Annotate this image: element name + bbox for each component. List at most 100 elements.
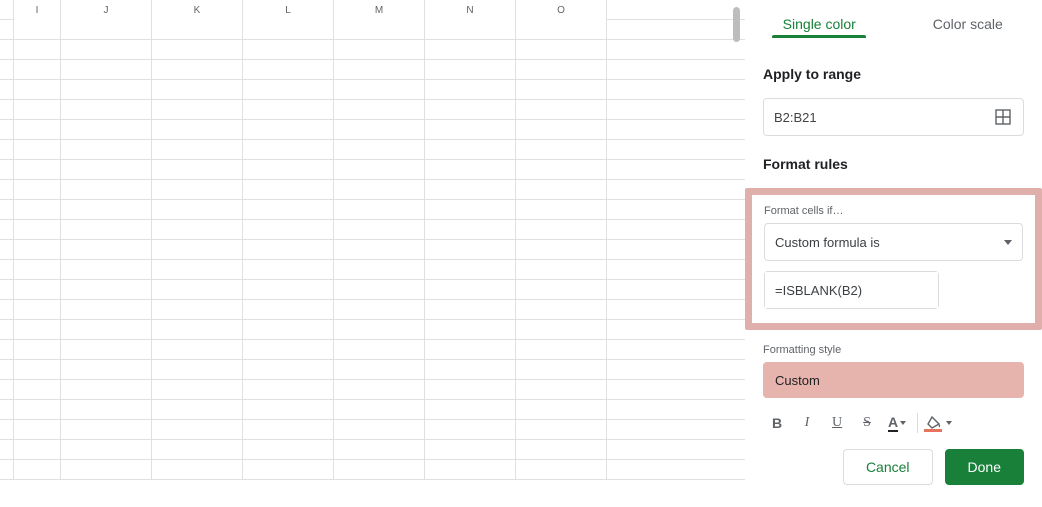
cell[interactable] bbox=[425, 260, 516, 280]
cell[interactable] bbox=[61, 220, 152, 240]
row-handle[interactable] bbox=[0, 40, 14, 59]
column-header[interactable]: L bbox=[243, 0, 334, 20]
cell[interactable] bbox=[61, 180, 152, 200]
cell[interactable] bbox=[61, 160, 152, 180]
column-header[interactable]: N bbox=[425, 0, 516, 20]
cell[interactable] bbox=[334, 280, 425, 300]
cell[interactable] bbox=[61, 320, 152, 340]
cell[interactable] bbox=[516, 280, 607, 300]
cell[interactable] bbox=[334, 420, 425, 440]
cell[interactable] bbox=[334, 180, 425, 200]
cell[interactable] bbox=[152, 80, 243, 100]
cell[interactable] bbox=[14, 400, 61, 420]
cell[interactable] bbox=[243, 380, 334, 400]
cell[interactable] bbox=[243, 300, 334, 320]
cell[interactable] bbox=[425, 100, 516, 120]
underline-button[interactable]: U bbox=[823, 409, 851, 437]
column-header[interactable]: M bbox=[334, 0, 425, 20]
cell[interactable] bbox=[334, 360, 425, 380]
cell[interactable] bbox=[425, 380, 516, 400]
cell[interactable] bbox=[243, 140, 334, 160]
row-handle[interactable] bbox=[0, 360, 14, 379]
cell[interactable] bbox=[152, 400, 243, 420]
cell[interactable] bbox=[14, 100, 61, 120]
fill-color-button[interactable] bbox=[924, 409, 952, 437]
cell[interactable] bbox=[243, 240, 334, 260]
cell[interactable] bbox=[14, 160, 61, 180]
row-handle[interactable] bbox=[0, 80, 14, 99]
condition-select[interactable]: Custom formula is bbox=[764, 223, 1023, 261]
cell[interactable] bbox=[516, 80, 607, 100]
cell[interactable] bbox=[61, 300, 152, 320]
row-handle[interactable] bbox=[0, 180, 14, 199]
row-handle[interactable] bbox=[0, 400, 14, 419]
column-header[interactable]: J bbox=[61, 0, 152, 20]
cell[interactable] bbox=[61, 100, 152, 120]
cell[interactable] bbox=[14, 240, 61, 260]
cell[interactable] bbox=[425, 240, 516, 260]
cell[interactable] bbox=[516, 320, 607, 340]
cell[interactable] bbox=[243, 180, 334, 200]
cell[interactable] bbox=[152, 240, 243, 260]
cell[interactable] bbox=[516, 160, 607, 180]
column-header[interactable]: K bbox=[152, 0, 243, 20]
cell[interactable] bbox=[61, 280, 152, 300]
cell[interactable] bbox=[425, 40, 516, 60]
cell[interactable] bbox=[243, 340, 334, 360]
cancel-button[interactable]: Cancel bbox=[843, 449, 933, 485]
done-button[interactable]: Done bbox=[945, 449, 1024, 485]
row-handle[interactable] bbox=[0, 20, 14, 39]
cell[interactable] bbox=[425, 140, 516, 160]
cell[interactable] bbox=[61, 360, 152, 380]
cell[interactable] bbox=[14, 40, 61, 60]
style-preview[interactable]: Custom bbox=[763, 362, 1024, 398]
cell[interactable] bbox=[334, 320, 425, 340]
cell[interactable] bbox=[14, 440, 61, 460]
scrollbar-thumb[interactable] bbox=[733, 7, 740, 42]
cell[interactable] bbox=[243, 80, 334, 100]
cell[interactable] bbox=[14, 20, 61, 40]
cell[interactable] bbox=[425, 420, 516, 440]
cell[interactable] bbox=[516, 380, 607, 400]
cell[interactable] bbox=[243, 360, 334, 380]
cell[interactable] bbox=[243, 420, 334, 440]
cell[interactable] bbox=[516, 420, 607, 440]
italic-button[interactable]: I bbox=[793, 409, 821, 437]
cell[interactable] bbox=[516, 220, 607, 240]
cell[interactable] bbox=[152, 420, 243, 440]
cell[interactable] bbox=[334, 200, 425, 220]
cell[interactable] bbox=[425, 400, 516, 420]
row-handle[interactable] bbox=[0, 100, 14, 119]
cell[interactable] bbox=[152, 460, 243, 480]
cell[interactable] bbox=[334, 100, 425, 120]
cell[interactable] bbox=[334, 120, 425, 140]
cell[interactable] bbox=[243, 460, 334, 480]
cell[interactable] bbox=[14, 80, 61, 100]
cell[interactable] bbox=[425, 340, 516, 360]
cell[interactable] bbox=[14, 220, 61, 240]
cell[interactable] bbox=[152, 200, 243, 220]
tab-single-color[interactable]: Single color bbox=[745, 0, 894, 48]
cell[interactable] bbox=[425, 440, 516, 460]
cell[interactable] bbox=[152, 140, 243, 160]
cell[interactable] bbox=[152, 260, 243, 280]
cell[interactable] bbox=[243, 220, 334, 240]
row-handle[interactable] bbox=[0, 320, 14, 339]
cell[interactable] bbox=[516, 240, 607, 260]
cell[interactable] bbox=[152, 160, 243, 180]
cell[interactable] bbox=[14, 120, 61, 140]
cell[interactable] bbox=[243, 40, 334, 60]
vertical-scrollbar[interactable] bbox=[728, 0, 744, 507]
cell[interactable] bbox=[14, 300, 61, 320]
cell[interactable] bbox=[516, 140, 607, 160]
cell[interactable] bbox=[14, 200, 61, 220]
cell[interactable] bbox=[516, 100, 607, 120]
cell[interactable] bbox=[334, 300, 425, 320]
cell[interactable] bbox=[425, 360, 516, 380]
cell[interactable] bbox=[152, 440, 243, 460]
cell[interactable] bbox=[61, 240, 152, 260]
cell[interactable] bbox=[425, 220, 516, 240]
cell[interactable] bbox=[334, 380, 425, 400]
cell[interactable] bbox=[14, 460, 61, 480]
cell[interactable] bbox=[152, 60, 243, 80]
